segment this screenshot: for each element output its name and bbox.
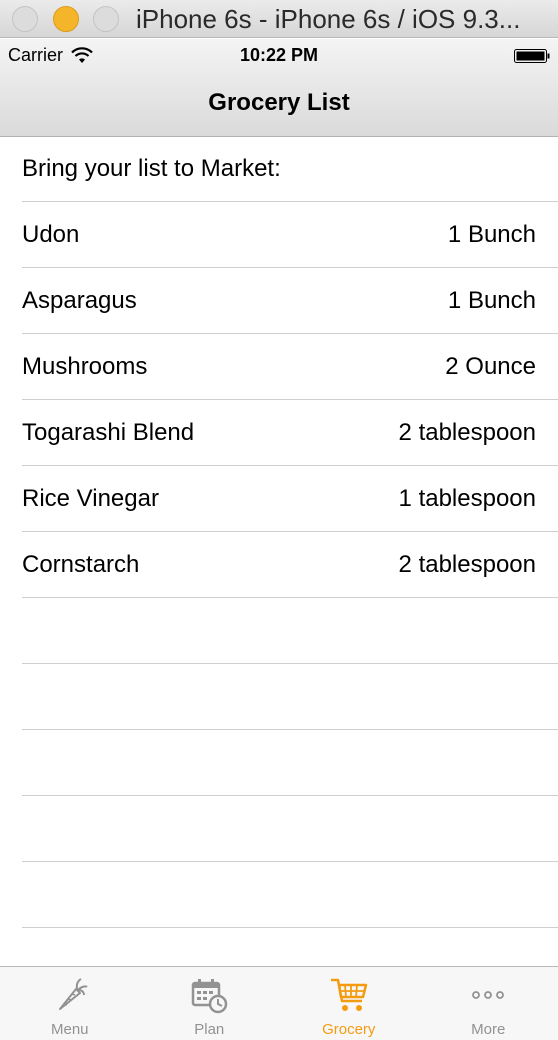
item-quantity: 2 tablespoon [398,418,536,446]
status-time: 10:22 PM [239,45,319,65]
item-quantity: 2 tablespoon [398,550,536,578]
page-title: Grocery List [208,89,350,116]
item-quantity: 2 Ounce [445,352,536,380]
item-name: Rice Vinegar [22,484,159,512]
item-name: Mushrooms [22,352,148,380]
tab-plan[interactable]: Plan [140,967,280,1040]
list-item[interactable]: Rice Vinegar 1 tablespoon [22,466,558,532]
item-quantity: 1 Bunch [447,286,536,314]
tab-menu[interactable]: Menu [0,967,140,1040]
list-item[interactable]: Udon 1 Bunch [22,202,558,268]
navigation-bar: Carrier 10:22 PM Grocery List [0,39,558,137]
tab-bar: Menu Plan Grocery More [0,966,558,1040]
tab-grocery[interactable]: Grocery [279,967,419,1040]
empty-row [22,730,558,796]
carrot-icon [58,978,88,1010]
grocery-list: Bring your list to Market: Udon 1 Bunch … [0,137,558,928]
window-close-button[interactable] [12,6,38,32]
empty-row [22,598,558,664]
cart-icon [330,978,367,1011]
item-name: Udon [22,220,80,248]
window-title: iPhone 6s - iPhone 6s / iOS 9.3... [136,4,521,34]
tab-label: Menu [50,1021,89,1038]
list-header: Bring your list to Market: [22,137,558,202]
list-item[interactable]: Asparagus 1 Bunch [22,268,558,334]
tab-more[interactable]: More [419,967,558,1040]
list-item[interactable]: Togarashi Blend 2 tablespoon [22,400,558,466]
item-name: Cornstarch [22,550,140,578]
item-name: Asparagus [22,286,137,314]
empty-row [22,862,558,928]
simulator-titlebar: iPhone 6s - iPhone 6s / iOS 9.3... [0,0,558,38]
item-quantity: 1 Bunch [447,220,536,248]
list-item[interactable]: Cornstarch 2 tablespoon [22,532,558,598]
item-name: Togarashi Blend [22,418,195,446]
calendar-clock-icon [192,979,228,1014]
tab-label: Plan [194,1021,225,1038]
window-zoom-button[interactable] [93,6,119,32]
tab-label: Grocery [322,1021,376,1038]
more-icon [472,991,505,999]
list-item[interactable]: Mushrooms 2 Ounce [22,334,558,400]
empty-row [22,664,558,730]
battery-icon [514,49,550,63]
empty-row [22,796,558,862]
window-minimize-button[interactable] [53,6,79,32]
item-quantity: 1 tablespoon [398,484,536,512]
tab-label: More [471,1021,506,1038]
